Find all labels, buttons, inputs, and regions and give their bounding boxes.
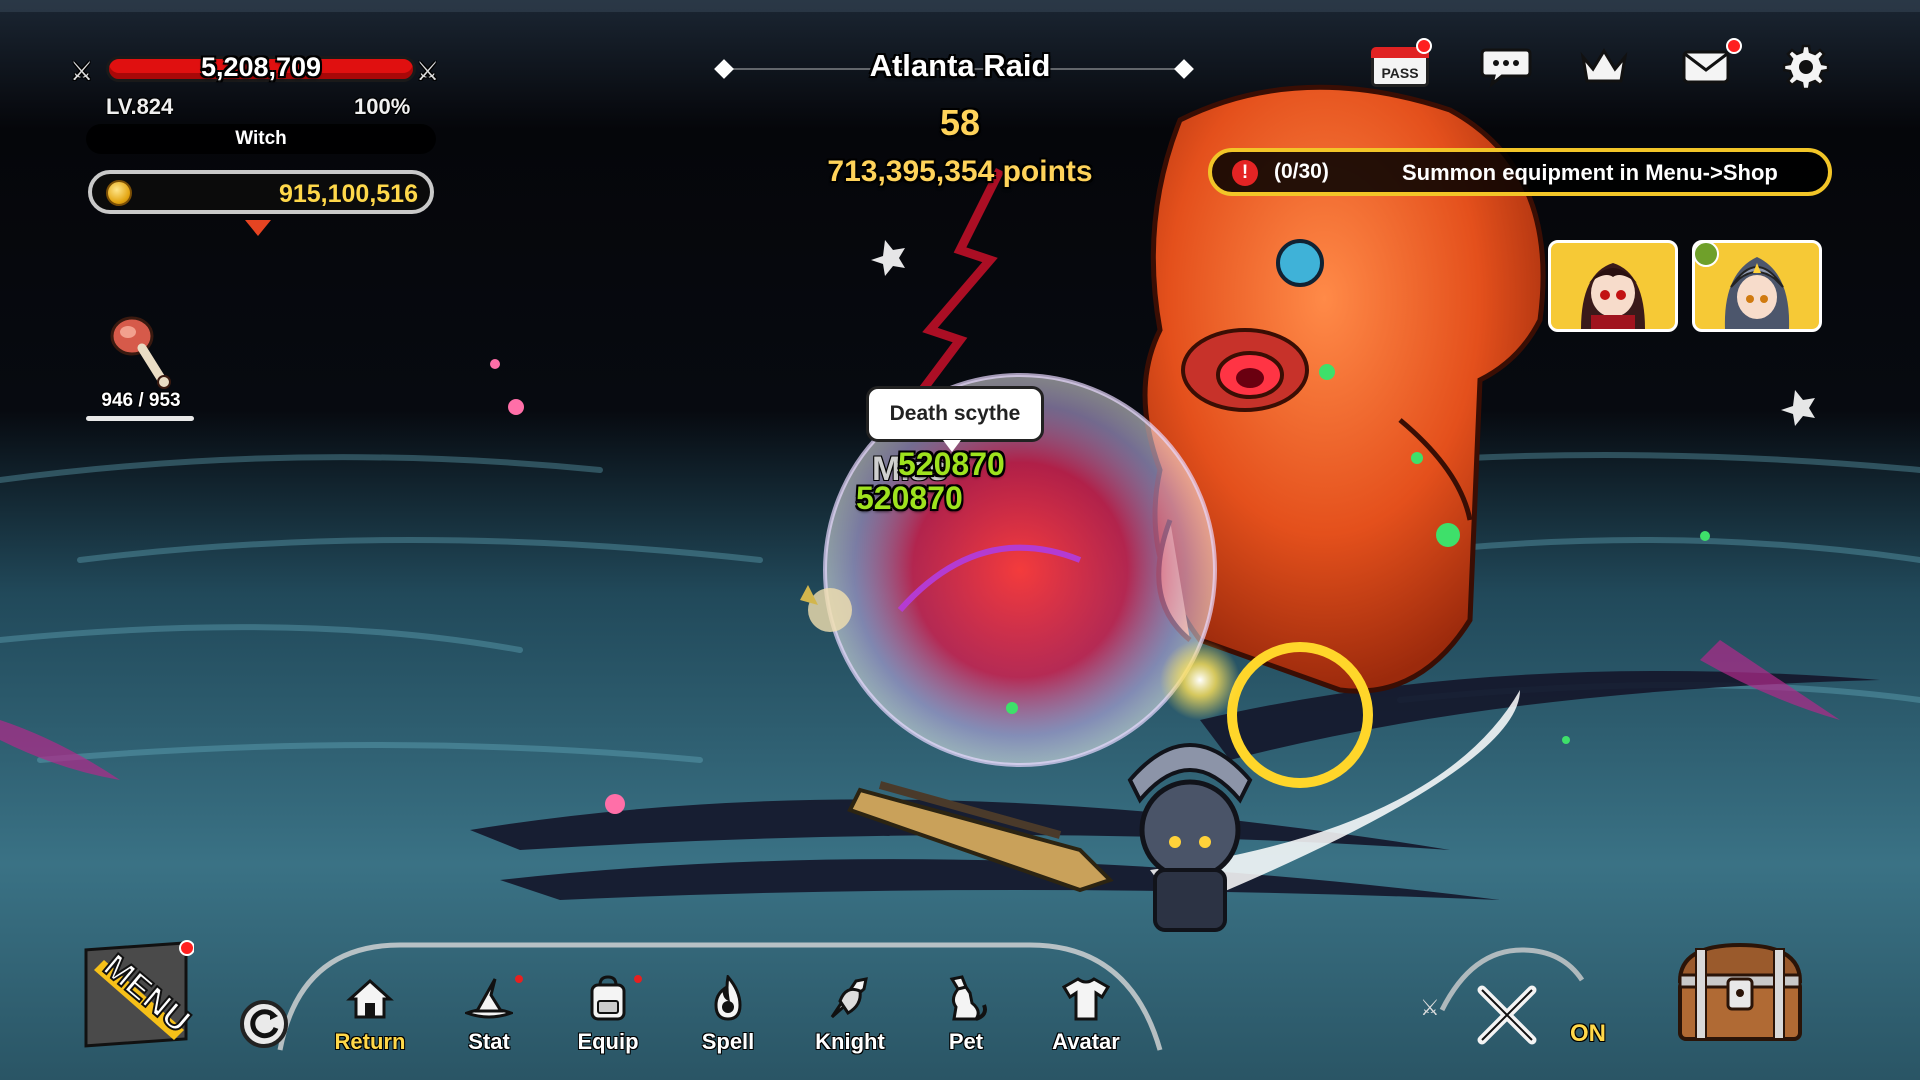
dropdown-arrow-icon[interactable] [245, 220, 271, 236]
home-icon [346, 978, 394, 1019]
cat-icon [949, 975, 987, 1021]
crossed-swords-icon [1477, 985, 1537, 1045]
notification-dot [1416, 38, 1432, 54]
gold-amount: 915,100,516 [278, 180, 418, 208]
notification-dot [179, 940, 194, 956]
flame-icon [714, 975, 742, 1021]
gold-counter[interactable]: 915,100,516 [88, 170, 434, 214]
notification-dot [515, 975, 523, 983]
nav-label: Spell [701, 1029, 755, 1054]
party-portrait-witch[interactable] [1548, 240, 1678, 332]
hp-bar: 5,208,709 [106, 52, 416, 86]
nav-label: Knight [815, 1029, 885, 1054]
notification-dot [634, 975, 642, 983]
nav-avatar[interactable]: Avatar [1038, 975, 1134, 1065]
exp-percent: 100% [354, 94, 411, 119]
quest-progress: (0/30) [1274, 160, 1329, 183]
nav-pet[interactable]: Pet [918, 975, 1014, 1065]
nav-equip[interactable]: Equip [560, 975, 656, 1065]
meat-icon[interactable] [104, 310, 174, 390]
ranking-button[interactable] [1574, 42, 1634, 92]
quest-description: Summon equipment in Menu->Shop [1402, 160, 1778, 185]
nav-spell[interactable]: Spell [680, 975, 776, 1065]
treasure-chest-button[interactable] [1670, 935, 1810, 1050]
gold-coin-icon [106, 180, 132, 206]
nav-knight[interactable]: Knight [802, 975, 898, 1065]
nav-label: Stat [468, 1029, 510, 1054]
nav-label: Equip [577, 1029, 639, 1054]
nav-label: Return [334, 1029, 406, 1054]
stamina-bar [86, 416, 194, 421]
stamina-value: 946 / 953 [101, 390, 181, 411]
nav-label: Avatar [1052, 1029, 1120, 1054]
pass-button[interactable]: PASS [1370, 38, 1432, 92]
backpack-icon [590, 975, 626, 1021]
leaf-badge-icon [1695, 243, 1719, 267]
crown-icon [1580, 48, 1628, 83]
menu-button[interactable]: MENU [84, 940, 194, 1050]
nav-stat[interactable]: Stat [441, 975, 537, 1065]
knight-icon [830, 977, 868, 1019]
party-portrait-knight[interactable] [1692, 240, 1822, 332]
chat-bubble-icon [1480, 48, 1532, 88]
raid-title: Atlanta Raid [869, 48, 1051, 83]
skill-name-bubble: Death scythe [866, 386, 1044, 442]
witch-hat-icon [465, 978, 513, 1019]
auto-battle-status: ON [1570, 1020, 1606, 1047]
class-name-bar: Witch [86, 124, 436, 154]
crossed-swords-left-icon: ⚔ [70, 56, 94, 86]
crossed-swords-right-icon: ⚔ [416, 56, 440, 86]
damage-number: 520870 [898, 446, 1005, 482]
treasure-chest-icon [1677, 942, 1803, 1041]
crossed-swords-small-icon: ⚔ [1420, 996, 1440, 1021]
damage-number: 520870 [856, 480, 963, 516]
notification-dot [1726, 38, 1742, 54]
player-level: LV.824 [106, 94, 174, 119]
chat-button[interactable] [1476, 42, 1536, 92]
player-status-panel: ⚔ 5,208,709 ⚔ LV.824 100% Witch 915,100,… [70, 44, 450, 244]
mail-icon [1682, 50, 1730, 84]
hp-value: 5,208,709 [200, 52, 322, 82]
nav-return[interactable]: Return [322, 975, 418, 1065]
settings-button[interactable] [1776, 42, 1836, 92]
refresh-icon [250, 1009, 279, 1039]
quest-banner[interactable]: ! (0/30) Summon equipment in Menu->Shop [1208, 148, 1832, 196]
gear-icon [1783, 44, 1829, 90]
mail-button[interactable] [1676, 38, 1742, 92]
refresh-button[interactable] [240, 1000, 288, 1048]
shirt-icon [1062, 977, 1110, 1021]
alert-icon: ! [1232, 160, 1258, 186]
nav-label: Pet [948, 1029, 984, 1054]
raid-points: 713,395,354 points [827, 155, 1093, 188]
raid-timer: 58 [939, 102, 981, 143]
class-name: Witch [235, 128, 287, 149]
witch-portrait-icon [1551, 243, 1675, 329]
